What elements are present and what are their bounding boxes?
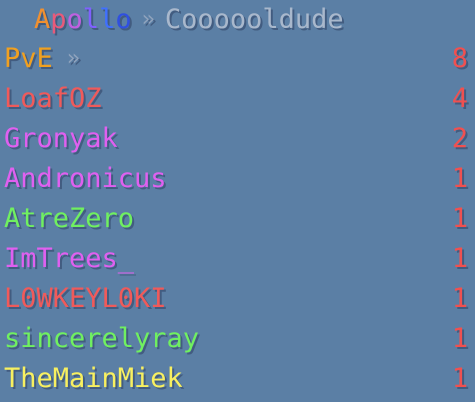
title-separator: » [141,7,155,32]
server-name: Apollo [34,2,132,38]
row-label: PvE [4,43,53,74]
server-name-letter: A [34,4,51,35]
scoreboard-row: LoafOZ 4 [4,81,468,117]
row-name: sincerelyray [4,321,199,357]
server-name-letter: o [66,4,83,35]
server-name-letter: l [82,4,100,35]
row-score: 2 [451,123,468,154]
server-name-letter: o [115,4,132,35]
row-score: 8 [451,43,468,74]
row-score: 1 [451,323,468,354]
row-label: sincerelyray [4,323,200,354]
row-score: 1 [451,243,468,274]
scoreboard-row: PvE » 8 [4,41,468,77]
scoreboard: Apollo » Coooooldude PvE» 8 LoafOZ 4 Gronyak… [0,0,475,402]
scoreboard-row: sincerelyray 1 [4,321,468,357]
row-label: Andronicus [4,163,167,194]
player-name: Coooooldude [164,4,344,35]
row-score: 4 [451,83,468,114]
row-label: AtreZero [4,203,135,234]
row-label: L0WKEYL0KI [4,283,167,314]
row-score: 1 [451,163,468,194]
scoreboard-row: L0WKEYL0KI 1 [4,281,468,317]
row-name: LoafOZ [4,81,102,117]
row-name: Andronicus [4,161,167,197]
scoreboard-row: AtreZero 1 [4,201,468,237]
server-name-letter: p [50,4,67,35]
row-label: TheMainMiek [4,363,183,394]
row-name: Gronyak [4,121,118,157]
row-score: 1 [451,363,468,394]
row-name: AtreZero [4,201,134,237]
row-score: 1 [451,283,468,314]
scoreboard-row: TheMainMiek 1 [4,361,468,397]
row-label: Gronyak [4,123,118,154]
scoreboard-row: Andronicus 1 [4,161,468,197]
row-score: 1 [451,203,468,234]
scoreboard-row: ImTrees_ 1 [4,241,468,277]
row-name: ImTrees_ [4,241,134,277]
row-label: ImTrees_ [4,243,135,274]
server-name-letter: l [99,4,116,35]
row-name: L0WKEYL0KI [4,281,167,317]
row-arrow: » [66,46,81,71]
scoreboard-row: Gronyak 2 [4,121,468,157]
row-name: TheMainMiek [4,361,183,397]
row-name: PvE » [4,41,80,77]
scoreboard-title: Apollo » Coooooldude [34,2,344,38]
row-label: LoafOZ [4,83,102,114]
